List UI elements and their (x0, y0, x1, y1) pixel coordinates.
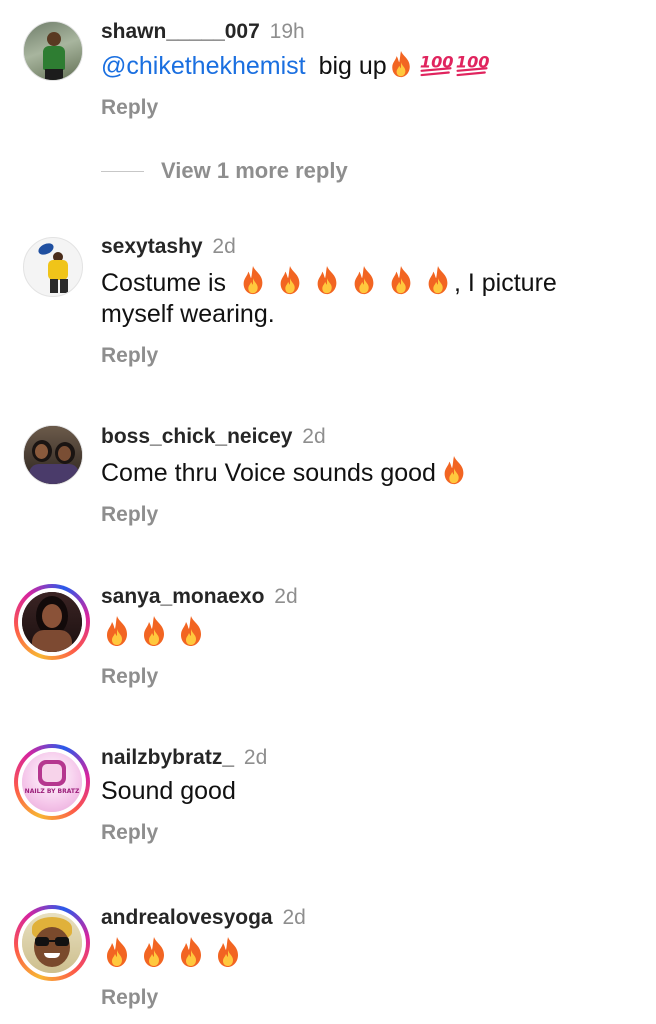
avatar-image (23, 425, 83, 485)
comment-timestamp: 2d (282, 906, 306, 929)
fire-emoji-icon (348, 265, 380, 295)
comment-username[interactable]: sanya_monaexo (101, 585, 264, 608)
avatar-image (23, 237, 83, 297)
comment-timestamp: 2d (243, 746, 268, 769)
comment-timestamp: 2d (212, 235, 236, 258)
reply-button[interactable]: Reply (101, 665, 636, 689)
avatar-image (23, 21, 83, 81)
comment-body-line2: myself wearing. (101, 300, 275, 328)
reply-button[interactable]: Reply (101, 503, 636, 527)
fire-emoji-icon (212, 936, 244, 968)
reply-button[interactable]: Reply (101, 821, 636, 845)
fire-emoji-icon (311, 265, 343, 295)
avatar-image (22, 913, 82, 973)
avatar-image (22, 592, 82, 652)
comment-body: Sound good (101, 777, 236, 805)
fire-emoji-icon (138, 615, 170, 647)
comment-body: big up (318, 52, 387, 80)
fire-emoji-icon (274, 265, 306, 295)
avatar[interactable] (22, 236, 84, 298)
avatar[interactable] (22, 20, 84, 82)
fire-emoji-icon (422, 265, 454, 295)
comment-body: Come thru Voice sounds good (101, 459, 436, 487)
view-more-replies-label: View 1 more reply (161, 158, 348, 183)
fire-emoji-icon (387, 50, 415, 78)
fire-emoji-icon (101, 615, 133, 647)
comment-timestamp: 2d (302, 425, 326, 448)
comment-username[interactable]: sexytashy (101, 235, 203, 258)
avatar-logo-text: NAILZ BY BRATZ (24, 788, 80, 795)
comment-text (101, 936, 636, 972)
hundred-emoji-icon (419, 50, 453, 78)
fire-emoji-icon (175, 936, 207, 968)
hundred-emoji-icon (455, 50, 489, 78)
comment-username[interactable]: boss_chick_neicey (101, 425, 292, 448)
divider-line (101, 170, 144, 172)
comment-username[interactable]: shawn_____007 (101, 20, 260, 43)
fire-emoji-icon (138, 936, 170, 968)
avatar[interactable] (22, 424, 84, 486)
comment-username[interactable]: andrealovesyoga (101, 906, 273, 929)
avatar-story-ring[interactable] (14, 905, 90, 981)
reply-button[interactable]: Reply (101, 986, 636, 1010)
fire-emoji-icon (385, 265, 417, 295)
fire-emoji-icon (438, 455, 470, 485)
comment-text: Come thru Voice sounds good (101, 455, 636, 489)
fire-emoji-icon (175, 615, 207, 647)
comment-body: Costume is (101, 269, 227, 297)
comment-body-continued: , I picture (454, 269, 557, 297)
fire-emoji-icon (237, 265, 269, 295)
comment-text: Costume is , I picture myself wearing. (101, 265, 636, 330)
comment-text: Sound good (101, 776, 636, 807)
view-more-replies-button[interactable]: View 1 more reply (101, 158, 348, 184)
avatar-image: NAILZ BY BRATZ (22, 752, 82, 812)
comment-text (101, 615, 636, 651)
avatar-story-ring[interactable] (14, 584, 90, 660)
comment-timestamp: 2d (274, 585, 298, 608)
reply-button[interactable]: Reply (101, 344, 636, 368)
avatar-story-ring[interactable]: NAILZ BY BRATZ (14, 744, 90, 820)
comment-username[interactable]: nailzbybratz_ (101, 746, 234, 769)
mention-link[interactable]: @chikethekhemist (101, 52, 306, 80)
comment-timestamp: 19h (269, 20, 305, 43)
comment-text: @chikethekhemist big up (101, 50, 636, 82)
reply-button[interactable]: Reply (101, 96, 636, 120)
fire-emoji-icon (101, 936, 133, 968)
